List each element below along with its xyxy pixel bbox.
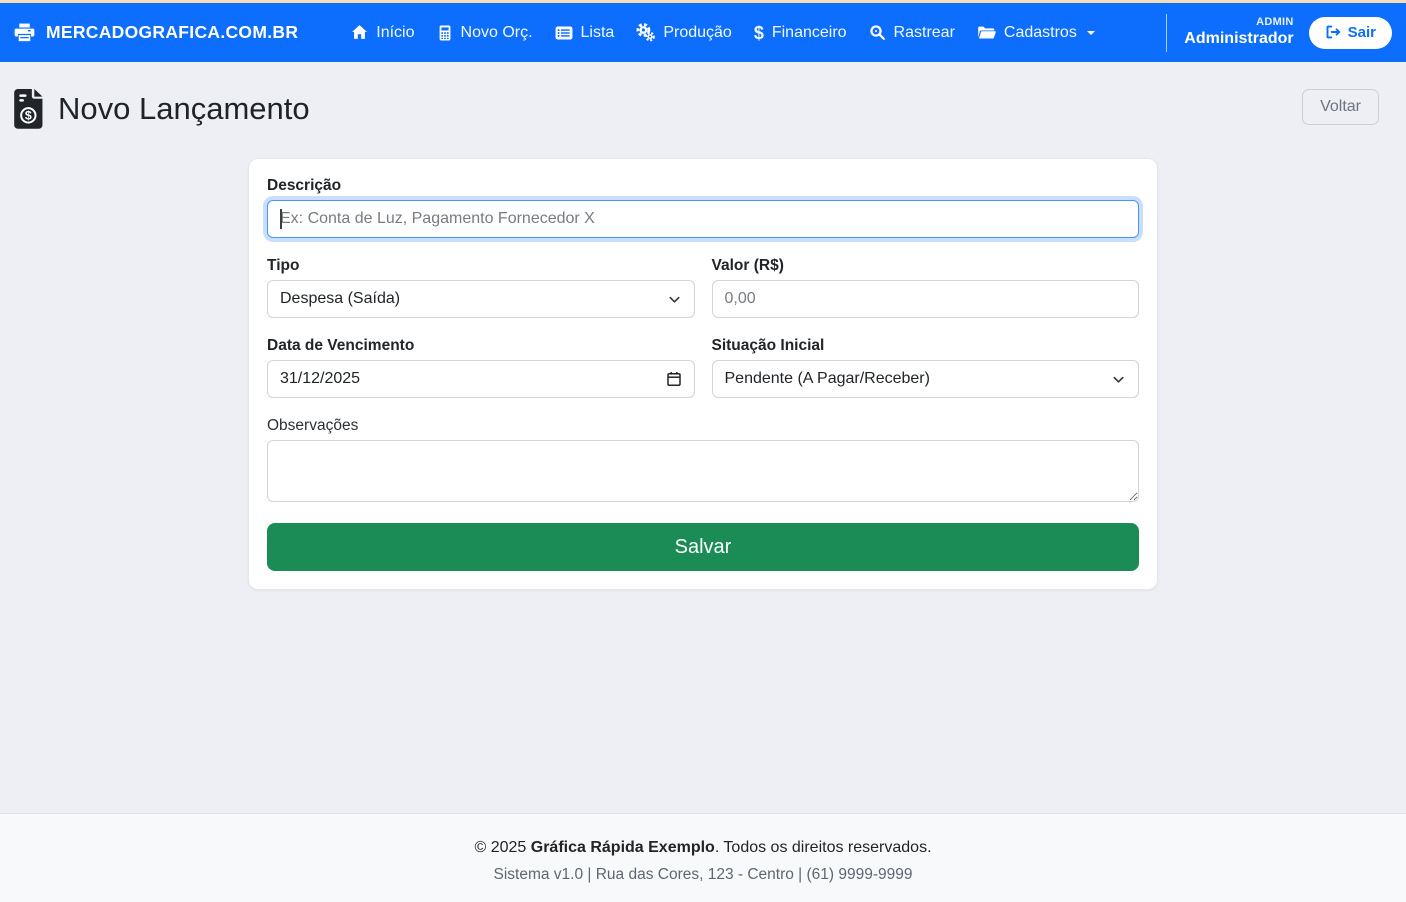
tipo-select[interactable]: Despesa (Saída) <box>267 280 695 318</box>
nav-item-novo-orc[interactable]: Novo Orç. <box>426 16 544 50</box>
list-icon <box>555 24 573 42</box>
dollar-icon: $ <box>754 24 764 42</box>
save-button[interactable]: Salvar <box>267 523 1139 571</box>
calendar-icon <box>666 371 682 387</box>
observacoes-label: Observações <box>267 417 1139 435</box>
top-navbar: MERCADOGRAFICA.COM.BR Início <box>0 3 1406 62</box>
page-footer: © 2025 Gráfica Rápida Exemplo. Todos os … <box>0 813 1406 902</box>
calculator-icon <box>437 25 453 41</box>
user-info: ADMIN Administrador <box>1184 15 1293 50</box>
svg-text:$: $ <box>25 109 32 123</box>
main-navigation: Início Novo Orç. <box>340 15 1106 50</box>
tipo-label: Tipo <box>267 257 695 275</box>
logout-button[interactable]: Sair <box>1309 17 1392 49</box>
nav-item-cadastros[interactable]: Cadastros <box>966 15 1106 50</box>
page-title: $ Novo Lançamento <box>14 89 310 129</box>
nav-item-producao[interactable]: Produção <box>625 15 743 50</box>
company-name: Gráfica Rápida Exemplo <box>531 839 715 856</box>
navbar-right: ADMIN Administrador Sair <box>1149 14 1392 52</box>
file-invoice-dollar-icon: $ <box>14 89 45 129</box>
home-icon <box>351 24 368 41</box>
valor-input[interactable] <box>712 280 1140 318</box>
tipo-selected-value: Despesa (Saída) <box>280 290 400 308</box>
brand-logo[interactable]: MERCADOGRAFICA.COM.BR <box>14 22 298 43</box>
nav-item-rastrear[interactable]: Rastrear <box>858 16 966 50</box>
valor-label: Valor (R$) <box>712 257 1140 275</box>
printer-icon <box>14 22 35 43</box>
text-cursor <box>280 209 282 229</box>
brand-text: MERCADOGRAFICA.COM.BR <box>46 22 298 43</box>
vencimento-date-input[interactable]: 31/12/2025 <box>267 360 695 398</box>
search-icon <box>869 24 886 41</box>
descricao-label: Descrição <box>267 177 1139 195</box>
logout-icon <box>1325 24 1341 40</box>
nav-item-financeiro[interactable]: $ Financeiro <box>743 16 858 50</box>
folder-icon <box>977 23 996 42</box>
page-header: $ Novo Lançamento Voltar <box>0 62 1406 129</box>
chevron-down-icon <box>1087 31 1095 35</box>
vencimento-value: 31/12/2025 <box>280 370 360 388</box>
navbar-divider <box>1166 14 1167 52</box>
user-role-badge: ADMIN <box>1184 15 1293 29</box>
nav-item-lista[interactable]: Lista <box>544 16 626 50</box>
system-info-line: Sistema v1.0 | Rua das Cores, 123 - Cent… <box>0 866 1406 884</box>
vencimento-label: Data de Vencimento <box>267 337 695 355</box>
situacao-selected-value: Pendente (A Pagar/Receber) <box>725 370 930 388</box>
chevron-down-icon <box>1111 372 1126 387</box>
situacao-select[interactable]: Pendente (A Pagar/Receber) <box>712 360 1140 398</box>
copyright-line: © 2025 Gráfica Rápida Exemplo. Todos os … <box>0 839 1406 857</box>
observacoes-textarea[interactable] <box>267 440 1139 502</box>
situacao-label: Situação Inicial <box>712 337 1140 355</box>
gears-icon <box>636 23 655 42</box>
chevron-down-icon <box>667 292 682 307</box>
user-name: Administrador <box>1184 29 1293 50</box>
descricao-input[interactable] <box>267 200 1139 238</box>
main-content: $ Novo Lançamento Voltar Descrição Tipo … <box>0 62 1406 813</box>
back-button[interactable]: Voltar <box>1302 89 1379 125</box>
nav-item-inicio[interactable]: Início <box>340 16 425 50</box>
form-card: Descrição Tipo Despesa (Saída) Valor (R$… <box>248 158 1158 590</box>
